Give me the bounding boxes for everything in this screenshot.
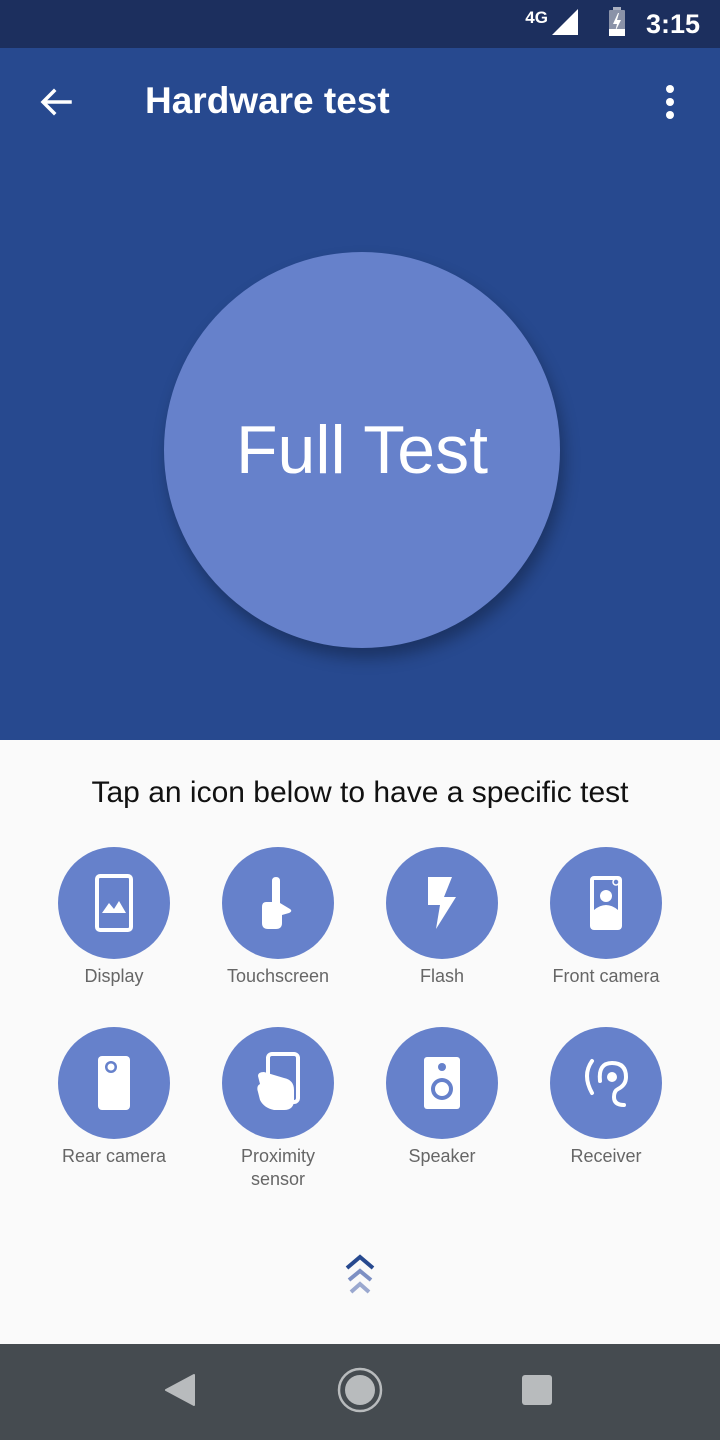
test-label: Rear camera	[61, 1146, 167, 1166]
test-rear-camera[interactable]: Rear camera	[32, 1027, 196, 1168]
test-label: Flash	[419, 966, 464, 986]
battery-charging-icon	[608, 6, 626, 42]
test-receiver[interactable]: Receiver	[524, 1027, 688, 1168]
nav-recents-button[interactable]	[507, 1368, 567, 1416]
flash-icon	[386, 847, 498, 959]
test-label: Front camera	[552, 966, 660, 986]
nav-home-icon	[337, 1367, 383, 1418]
expand-button[interactable]	[340, 1253, 380, 1303]
front-camera-icon	[550, 847, 662, 959]
nav-back-icon	[164, 1373, 196, 1412]
test-label: Proximity sensor	[240, 1146, 315, 1189]
test-touchscreen[interactable]: Touchscreen	[196, 847, 360, 988]
test-front-camera[interactable]: Front camera	[524, 847, 688, 988]
test-label: Touchscreen	[226, 966, 330, 986]
page-title: Hardware test	[145, 80, 390, 121]
test-label: Speaker	[408, 1146, 476, 1166]
test-speaker[interactable]: Speaker	[360, 1027, 524, 1168]
receiver-icon	[550, 1027, 662, 1139]
rear-camera-icon	[58, 1027, 170, 1139]
proximity-sensor-icon	[222, 1027, 334, 1139]
full-test-button[interactable]: Full Test	[164, 252, 560, 648]
test-proximity-sensor[interactable]: Proximity sensor	[196, 1027, 360, 1191]
more-options-button[interactable]	[646, 84, 694, 124]
clock: 3:15	[645, 8, 700, 39]
test-selection-panel: Tap an icon below to have a specific tes…	[0, 740, 720, 1344]
status-bar: 4G 3:15	[0, 0, 720, 48]
more-vert-icon	[664, 84, 676, 125]
instructions-text: Tap an icon below to have a specific tes…	[91, 776, 629, 809]
hero-section: Full Test	[0, 160, 720, 740]
app-bar: Hardware test	[0, 48, 720, 160]
nav-home-button[interactable]	[330, 1367, 390, 1418]
network-type: 4G	[525, 8, 548, 27]
test-label: Receiver	[570, 1146, 642, 1166]
display-icon	[58, 847, 170, 959]
expand-up-icon	[344, 1253, 376, 1304]
speaker-icon	[386, 1027, 498, 1139]
signal-icon	[550, 7, 580, 42]
test-flash[interactable]: Flash	[360, 847, 524, 988]
nav-recents-icon	[521, 1374, 553, 1411]
back-button[interactable]	[30, 84, 82, 124]
touch-icon	[222, 847, 334, 959]
navigation-bar	[0, 1344, 720, 1440]
test-label: Display	[84, 966, 144, 986]
test-display[interactable]: Display	[32, 847, 196, 988]
nav-back-button[interactable]	[150, 1368, 210, 1416]
arrow-back-icon	[38, 84, 74, 125]
